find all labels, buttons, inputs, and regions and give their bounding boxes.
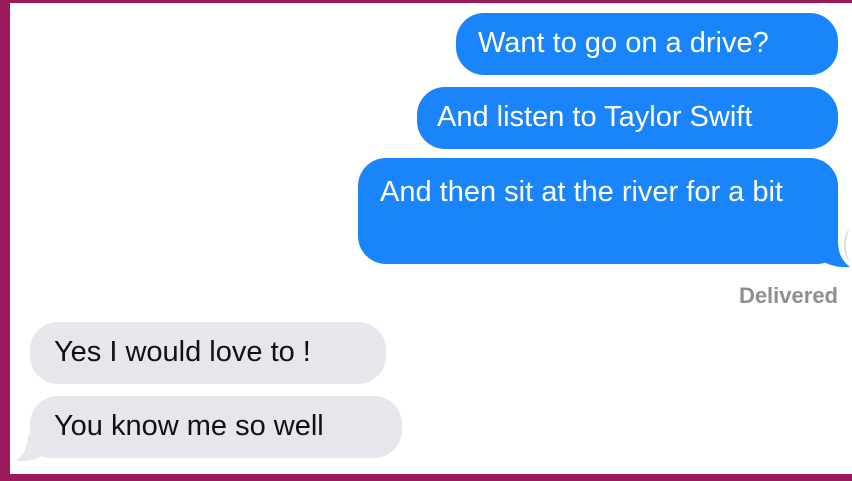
- message-thread: Want to go on a drive? And listen to Tay…: [10, 3, 852, 474]
- message-text: Want to go on a drive?: [478, 27, 769, 59]
- message-text: Yes I would love to !: [54, 336, 311, 368]
- bubble-tail-icon: [16, 435, 50, 462]
- sent-message-bubble[interactable]: Want to go on a drive?: [456, 13, 838, 75]
- message-text: And listen to Taylor Swift: [437, 101, 753, 133]
- sent-message-bubble[interactable]: And then sit at the river for a bit: [358, 158, 838, 264]
- sent-message-bubble[interactable]: And listen to Taylor Swift: [417, 87, 838, 149]
- message-text: And then sit at the river for a bit: [380, 176, 783, 208]
- message-text: You know me so well: [54, 410, 324, 442]
- received-message-bubble[interactable]: Yes I would love to !: [30, 322, 386, 384]
- received-message-bubble[interactable]: You know me so well: [30, 396, 402, 458]
- delivery-status: Delivered: [738, 283, 838, 308]
